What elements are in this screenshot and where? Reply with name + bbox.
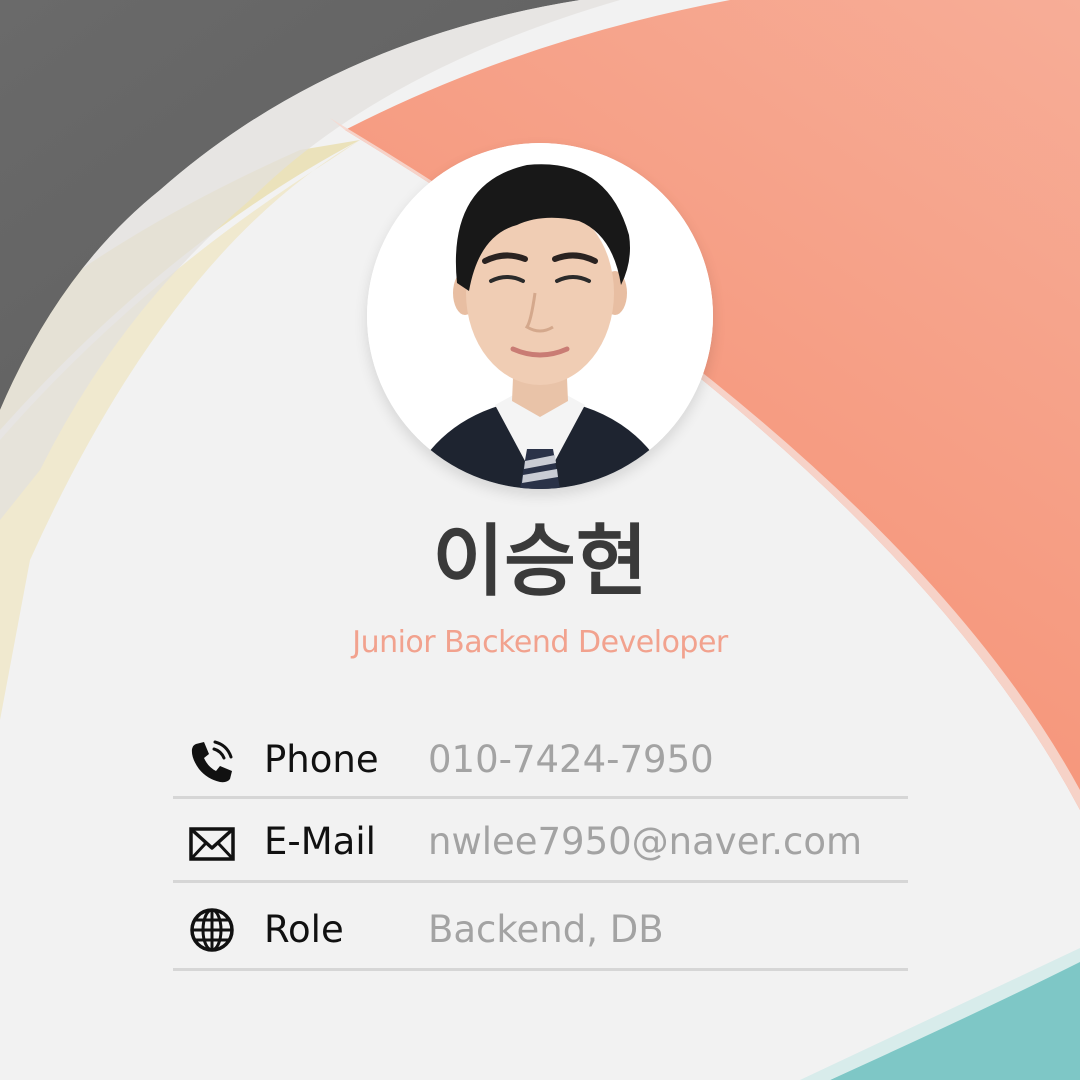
contact-info-list: Phone 010-7424-7950 E-Mail nwlee7950@nav… [173,718,908,971]
profile-title: Junior Backend Developer [352,625,728,660]
contact-value-email[interactable]: nwlee7950@naver.com [428,817,862,867]
contact-row-phone: Phone 010-7424-7950 [173,718,908,799]
contact-label-email: E-Mail [264,820,376,863]
phone-icon [187,736,237,786]
contact-row-email: E-Mail nwlee7950@naver.com [173,799,908,883]
profile-photo [367,143,713,489]
globe-icon [187,905,237,955]
profile-name: 이승현 [432,517,648,607]
contact-label-phone: Phone [264,738,379,781]
contact-label-role: Role [264,908,344,951]
contact-row-role: Role Backend, DB [173,883,908,971]
mail-icon [187,819,237,869]
contact-value-phone[interactable]: 010-7424-7950 [428,735,714,785]
contact-value-role: Backend, DB [428,908,664,951]
